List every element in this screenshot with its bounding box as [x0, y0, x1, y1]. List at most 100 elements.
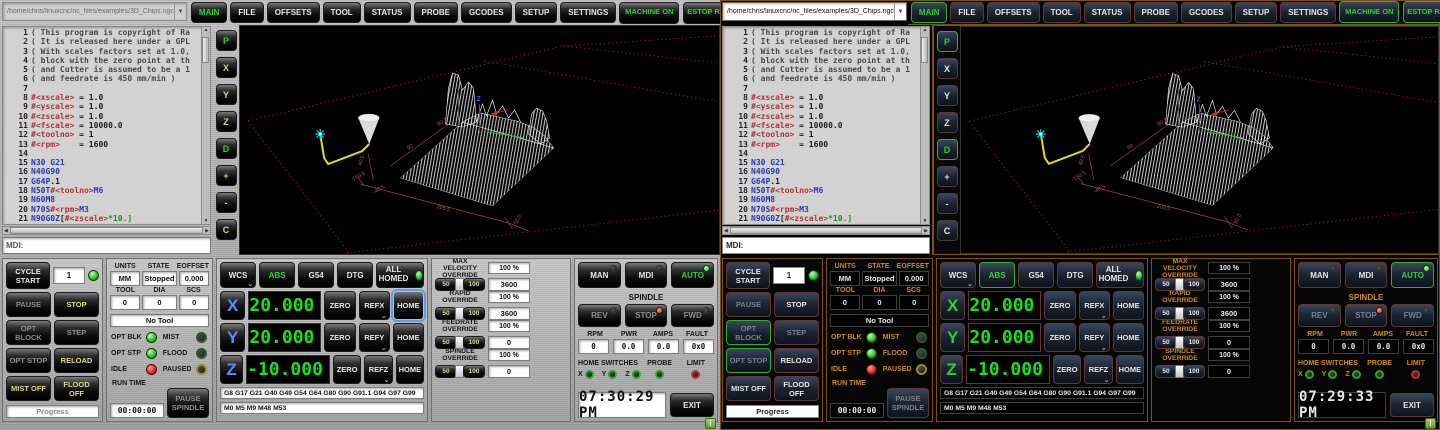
opt-stop-button[interactable]: OPT STOP [726, 348, 771, 373]
opt-block-button[interactable]: OPT BLOCK [726, 320, 771, 345]
spindle-stop-button[interactable]: STOP [625, 304, 668, 327]
editor-hscrollbar[interactable]: ◀▶ [2, 226, 211, 235]
override-max-button[interactable]: 100 [1183, 336, 1205, 349]
view-button--[interactable]: - [937, 193, 958, 214]
mist-off-button[interactable]: MIST OFF [6, 376, 51, 401]
zero-y-button[interactable]: ZERO [1044, 323, 1075, 352]
file-path-combo[interactable]: /home/chris/linuxcnc/nc_files/examples/3… [722, 2, 907, 21]
editor-hscroll-thumb[interactable] [730, 227, 922, 234]
abs-button[interactable]: ABS [259, 262, 295, 288]
menu-main[interactable]: MAIN [191, 2, 227, 23]
home-z-button[interactable]: HOME [396, 355, 424, 384]
wcs-button[interactable]: WCS⌄ [940, 262, 976, 288]
reload-button[interactable]: RELOAD [54, 348, 99, 373]
override-min-button[interactable]: 50 [1155, 365, 1177, 378]
view-button-y[interactable]: Y [937, 85, 958, 106]
info-icon[interactable]: i [1425, 418, 1436, 429]
override-slider[interactable] [459, 308, 461, 319]
menu-setup[interactable]: SETUP [515, 2, 558, 23]
spindle-rev-button[interactable]: REV [578, 304, 621, 327]
abs-button[interactable]: ABS [979, 262, 1015, 288]
dtg-button[interactable]: DTG [337, 262, 373, 288]
axis-letter-x[interactable]: X [940, 291, 965, 320]
zero-x-button[interactable]: ZERO [324, 291, 355, 320]
override-slider[interactable] [1179, 366, 1181, 377]
view-button-z[interactable]: Z [937, 112, 958, 133]
wcs-button[interactable]: WCS⌄ [220, 262, 256, 288]
menu-gcodes[interactable]: GCODES [1181, 2, 1232, 23]
pause-spindle-button[interactable]: PAUSE SPINDLE [887, 388, 929, 418]
man-mode-button[interactable]: MAN [1298, 262, 1341, 288]
view-button-x[interactable]: X [216, 57, 237, 78]
man-mode-button[interactable]: MAN [578, 262, 621, 288]
menu-status[interactable]: STATUS [364, 2, 411, 23]
gcode-editor[interactable]: 1( This program is copyright of Ra2( It … [2, 26, 211, 225]
override-max-button[interactable]: 100 [1183, 278, 1205, 291]
g54-button[interactable]: G54 [298, 262, 334, 288]
dropdown-arrow-icon[interactable]: ▼ [174, 3, 186, 20]
gcode-editor[interactable]: 1( This program is copyright of Ra2( It … [722, 26, 930, 225]
menu-offsets[interactable]: OFFSETS [987, 2, 1040, 23]
cycle-start-button[interactable]: CYCLE START [6, 262, 50, 289]
pause-spindle-button[interactable]: PAUSE SPINDLE [167, 388, 209, 418]
exit-button[interactable]: EXIT [670, 393, 714, 417]
estop-reset-button[interactable]: ESTOP RESET [1403, 1, 1440, 23]
override-min-button[interactable]: 50 [1155, 307, 1177, 320]
menu-gcodes[interactable]: GCODES [461, 2, 512, 23]
auto-mode-button[interactable]: AUTO [671, 262, 714, 288]
axis-letter-x[interactable]: X [220, 291, 245, 320]
override-max-button[interactable]: 100 [1183, 365, 1205, 378]
override-slider[interactable] [459, 337, 461, 348]
override-min-button[interactable]: 50 [1155, 278, 1177, 291]
view-button--[interactable]: - [216, 192, 237, 213]
estop-reset-button[interactable]: ESTOP RESET [683, 2, 720, 24]
reload-button[interactable]: RELOAD [774, 348, 819, 373]
pause-button[interactable]: PAUSE [6, 292, 51, 317]
spindle-fwd-button[interactable]: FWD [671, 304, 714, 327]
machine-on-button[interactable]: MACHINE ON [619, 2, 679, 24]
flood-off-button[interactable]: FLOOD OFF [54, 376, 99, 401]
view-button-p[interactable]: P [937, 31, 958, 52]
override-max-button[interactable]: 100 [1183, 307, 1205, 320]
override-slider[interactable] [1179, 337, 1181, 348]
menu-tool[interactable]: TOOL [1043, 2, 1081, 23]
view-button-x[interactable]: X [937, 58, 958, 79]
axis-letter-z[interactable]: Z [940, 355, 963, 384]
menu-setup[interactable]: SETUP [1235, 2, 1278, 23]
stop-button[interactable]: STOP [774, 292, 819, 317]
file-path-combo[interactable]: /home/chris/linuxcnc/nc_files/examples/3… [2, 2, 187, 21]
dtg-button[interactable]: DTG [1057, 262, 1093, 288]
machine-on-button[interactable]: MACHINE ON [1339, 1, 1399, 23]
exit-button[interactable]: EXIT [1390, 393, 1434, 417]
preview-3d[interactable]: 90 90.1 40.5 -150.5 -40.5 205.5 50.0 Z [239, 25, 720, 255]
mist-off-button[interactable]: MIST OFF [726, 376, 771, 401]
g54-button[interactable]: G54 [1018, 262, 1054, 288]
cycle-count-spinbox[interactable]: 1 [773, 267, 805, 284]
override-max-button[interactable]: 100 [463, 365, 485, 378]
zero-x-button[interactable]: ZERO [1044, 291, 1075, 320]
axis-letter-y[interactable]: Y [940, 323, 965, 352]
ref-y-button[interactable]: REFY⌄ [1079, 323, 1110, 352]
mdi-mode-button[interactable]: MDI [1345, 262, 1388, 288]
preview-3d[interactable]: 90 90.1 40.5 -150.5 -40.5 205.5 50.0 Z [960, 26, 1439, 254]
view-button-c[interactable]: C [216, 219, 237, 240]
view-button-+[interactable]: + [216, 165, 237, 186]
override-slider[interactable] [459, 366, 461, 377]
cycle-start-button[interactable]: CYCLE START [726, 262, 770, 289]
editor-hscrollbar[interactable]: ◀▶ [722, 226, 930, 235]
menu-tool[interactable]: TOOL [323, 2, 361, 23]
home-y-button[interactable]: HOME [1113, 323, 1144, 352]
menu-offsets[interactable]: OFFSETS [267, 2, 320, 23]
menu-settings[interactable]: SETTINGS [1280, 2, 1336, 23]
view-button-y[interactable]: Y [216, 84, 237, 105]
override-slider[interactable] [459, 279, 461, 290]
pause-button[interactable]: PAUSE [726, 292, 771, 317]
cycle-count-spinbox[interactable]: 1 [53, 267, 85, 284]
menu-status[interactable]: STATUS [1084, 2, 1131, 23]
all-homed-button[interactable]: ALL HOMED [1096, 262, 1144, 288]
mdi-input[interactable]: MDI: [2, 237, 211, 254]
override-min-button[interactable]: 50 [1155, 336, 1177, 349]
ref-z-button[interactable]: REFZ⌄ [364, 355, 392, 384]
view-button-d[interactable]: D [216, 138, 237, 159]
home-z-button[interactable]: HOME [1116, 355, 1144, 384]
